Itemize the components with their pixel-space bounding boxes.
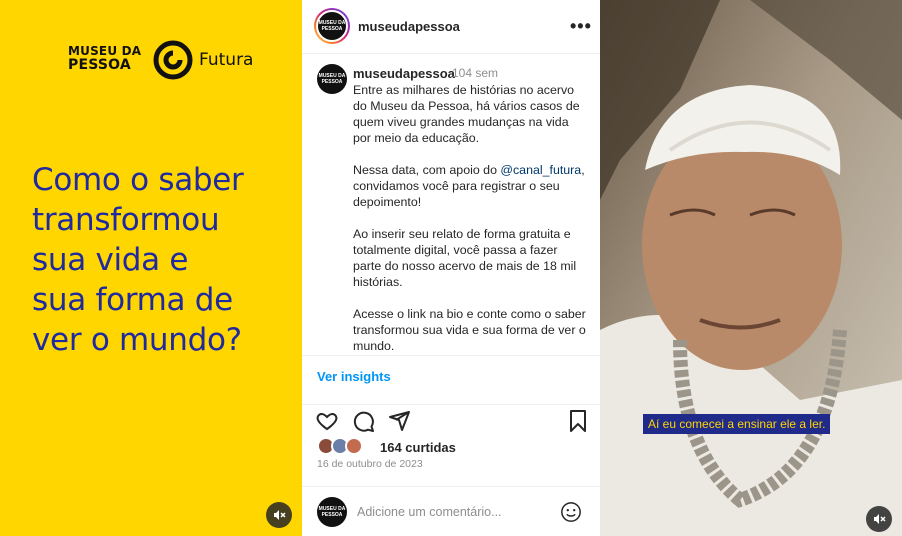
headline-line: ver o mundo? bbox=[32, 322, 242, 358]
post-header: MUSEU DA PESSOA museudapessoa ••• bbox=[302, 0, 600, 54]
right-video-panel bbox=[600, 0, 902, 536]
museu-logo-line2: PESSOA bbox=[68, 57, 131, 73]
insights-link[interactable]: Ver insights bbox=[317, 369, 391, 384]
comment-icon[interactable] bbox=[351, 409, 375, 433]
liker-avatar bbox=[345, 437, 363, 455]
comment-input[interactable]: Adicione um comentário... bbox=[357, 505, 502, 519]
caption-paragraph: Acesse o link na bio e conte como o sabe… bbox=[353, 307, 586, 353]
heart-icon[interactable] bbox=[315, 409, 339, 433]
museu-logo-line1: MUSEU DA bbox=[68, 44, 142, 58]
mute-button-right[interactable] bbox=[866, 506, 892, 532]
share-icon[interactable] bbox=[387, 409, 411, 433]
video-subtitle: Aí eu comecei a ensinar ele a ler. bbox=[643, 414, 831, 434]
more-options-icon[interactable]: ••• bbox=[570, 16, 592, 37]
post-date: 16 de outubro de 2023 bbox=[317, 458, 423, 470]
video-frame-image bbox=[600, 0, 902, 536]
avatar-text: MUSEU DA PESSOA bbox=[316, 10, 348, 42]
headline-line: sua vida e bbox=[32, 242, 189, 278]
comment-avatar: MUSEU DA PESSOA bbox=[317, 497, 347, 527]
left-video-panel: MUSEU DA PESSOA Futura Como o saber tran… bbox=[0, 0, 302, 536]
action-bar bbox=[302, 404, 600, 434]
bookmark-icon[interactable] bbox=[566, 409, 590, 433]
futura-logo-text: Futura bbox=[199, 50, 254, 70]
mention-link[interactable]: @canal_futura bbox=[500, 163, 581, 177]
caption-paragraph: Entre as milhares de histórias no acervo… bbox=[353, 83, 580, 145]
caption-area[interactable]: MUSEU DA PESSOA museudapessoa 104 sem En… bbox=[302, 54, 600, 356]
mute-button-left[interactable] bbox=[266, 502, 292, 528]
museu-da-pessoa-logo: MUSEU DA PESSOA bbox=[68, 44, 141, 72]
header-username[interactable]: museudapessoa bbox=[358, 19, 460, 34]
caption-text: Entre as milhares de histórias no acervo… bbox=[353, 82, 589, 355]
comment-bar: MUSEU DA PESSOA Adicione um comentário..… bbox=[302, 486, 600, 536]
likes-count[interactable]: 164 curtidas bbox=[380, 440, 456, 455]
headline: Como o saber transformou sua vida e sua … bbox=[32, 160, 294, 360]
caption-avatar[interactable]: MUSEU DA PESSOA bbox=[317, 64, 347, 94]
caption-paragraph: Ao inserir seu relato de forma gratuita … bbox=[353, 227, 577, 289]
headline-line: Como o saber bbox=[32, 162, 244, 198]
emoji-icon[interactable] bbox=[560, 501, 582, 523]
headline-line: sua forma de bbox=[32, 282, 233, 318]
futura-logo-icon bbox=[153, 40, 193, 80]
caption-username[interactable]: museudapessoa bbox=[353, 66, 455, 81]
caption-time: 104 sem bbox=[452, 66, 499, 80]
caption-paragraph: Nessa data, com apoio do @canal_futura, … bbox=[353, 162, 589, 210]
headline-line: transformou bbox=[32, 202, 220, 238]
profile-avatar[interactable]: MUSEU DA PESSOA bbox=[314, 8, 350, 44]
mute-icon bbox=[274, 510, 286, 520]
post-panel: MUSEU DA PESSOA museudapessoa ••• MUSEU … bbox=[302, 0, 600, 536]
mute-icon bbox=[874, 514, 886, 524]
caption-p2-before: Nessa data, com apoio do bbox=[353, 163, 501, 177]
